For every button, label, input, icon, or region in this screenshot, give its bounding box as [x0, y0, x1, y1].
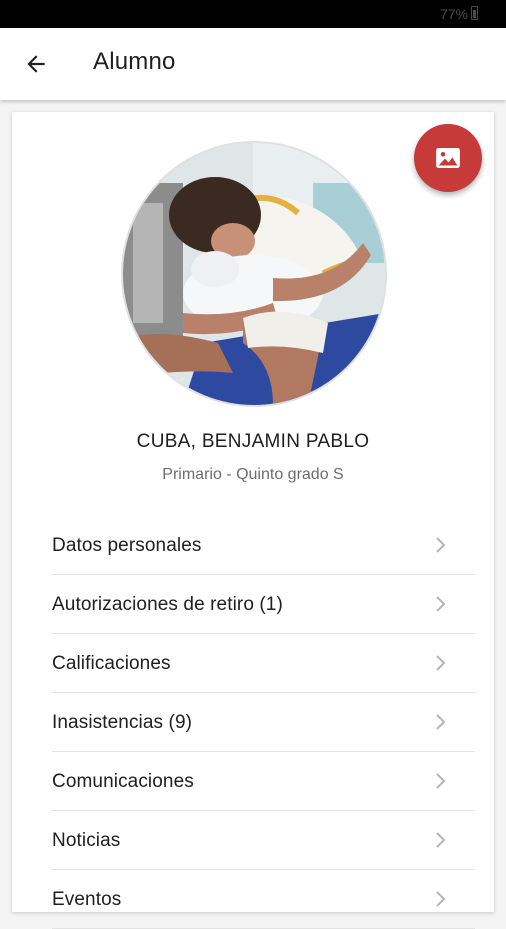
- back-button[interactable]: [12, 40, 60, 88]
- page-title: Alumno: [93, 48, 176, 75]
- chevron-right-icon: [436, 596, 446, 612]
- image-icon: [436, 148, 460, 168]
- battery-level: 77%: [439, 6, 468, 22]
- student-name: CUBA, BENJAMIN PABLO: [136, 431, 370, 452]
- menu-item-label: Datos personales: [52, 535, 202, 556]
- chevron-right-icon: [436, 714, 446, 730]
- chevron-right-icon: [436, 655, 446, 671]
- student-avatar[interactable]: [121, 141, 387, 407]
- menu-item-comunicaciones[interactable]: Comunicaciones: [52, 752, 475, 811]
- battery-icon: [471, 6, 478, 20]
- menu-item-label: Eventos: [52, 889, 122, 910]
- menu-item-inasistencias[interactable]: Inasistencias (9): [52, 693, 475, 752]
- status-bar: 77%: [0, 0, 506, 28]
- chevron-right-icon: [436, 537, 446, 553]
- menu-item-label: Inasistencias (9): [52, 712, 193, 733]
- chevron-right-icon: [436, 832, 446, 848]
- chevron-right-icon: [436, 891, 446, 907]
- student-menu: Datos personales Autorizaciones de retir…: [52, 516, 475, 929]
- menu-item-label: Noticias: [52, 830, 121, 851]
- menu-item-datos-personales[interactable]: Datos personales: [52, 516, 475, 575]
- arrow-left-icon: [27, 55, 45, 73]
- menu-item-label: Autorizaciones de retiro (1): [52, 594, 283, 615]
- menu-item-noticias[interactable]: Noticias: [52, 811, 475, 870]
- student-photo: [123, 143, 385, 405]
- change-photo-button[interactable]: [414, 124, 482, 192]
- menu-item-label: Comunicaciones: [52, 771, 194, 792]
- menu-item-label: Calificaciones: [52, 653, 171, 674]
- app-bar: Alumno: [0, 28, 506, 100]
- chevron-right-icon: [436, 773, 446, 789]
- menu-item-autorizaciones[interactable]: Autorizaciones de retiro (1): [52, 575, 475, 634]
- menu-item-calificaciones[interactable]: Calificaciones: [52, 634, 475, 693]
- student-grade: Primario - Quinto grado S: [162, 466, 344, 483]
